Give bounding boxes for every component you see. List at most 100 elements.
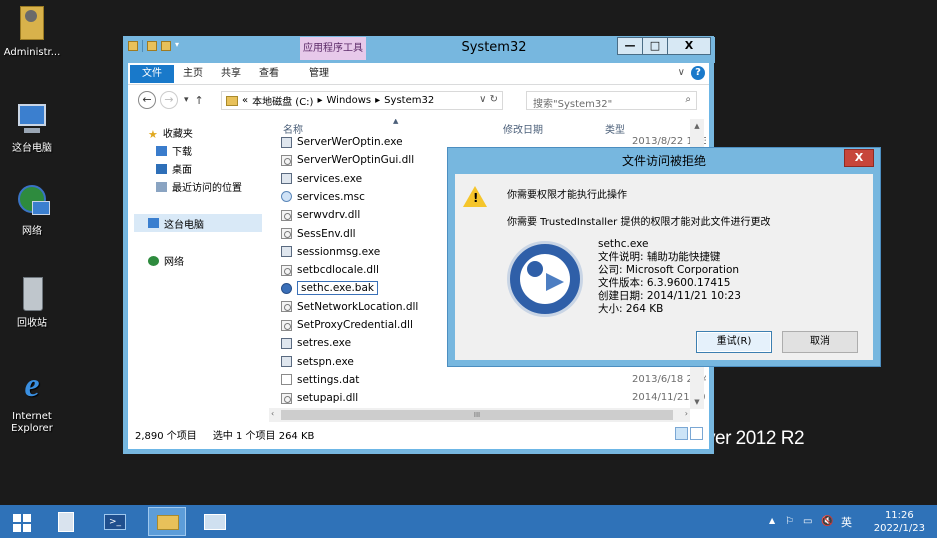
tab-file[interactable]: 文件	[130, 64, 174, 83]
desktop-icon-network[interactable]: 网络	[2, 183, 62, 238]
address-dropdown-refresh-icon[interactable]: ∨ ↻	[479, 94, 498, 105]
chevron-right-icon[interactable]: ▸	[375, 95, 380, 106]
sidebar-item-favorites[interactable]: ★ 收藏夹	[148, 125, 193, 141]
file-row[interactable]: setbcdlocale.dll	[281, 261, 379, 279]
dll-file-icon	[281, 392, 292, 404]
sidebar-item-recent[interactable]: 最近访问的位置	[156, 179, 242, 194]
sidebar-item-downloads[interactable]: 下载	[156, 143, 192, 158]
minimize-button[interactable]: —	[617, 37, 643, 55]
up-button[interactable]: ↑	[195, 94, 204, 107]
column-type[interactable]: 类型	[605, 121, 625, 136]
breadcrumb-overflow[interactable]: «	[242, 95, 248, 106]
dialog-detail-message: 你需要 TrustedInstaller 提供的权限才能对此文件进行更改	[507, 217, 771, 228]
input-language-indicator[interactable]: 英	[841, 514, 852, 530]
file-row[interactable]: SetProxyCredential.dll	[281, 316, 413, 334]
exe-file-icon	[281, 173, 292, 185]
column-date[interactable]: 修改日期	[503, 121, 543, 136]
file-row[interactable]: setres.exe	[281, 334, 351, 352]
dialog-body: 你需要权限才能执行此操作 你需要 TrustedInstaller 提供的权限才…	[455, 174, 873, 360]
file-row[interactable]: sethc.exe.bak	[281, 279, 378, 297]
scroll-down-icon[interactable]: ▼	[690, 395, 704, 409]
desktop-icon-this-pc[interactable]: 这台电脑	[2, 100, 62, 155]
system-tray: ▲ ⚐ ▭ 🔇 英 11:26 2022/1/23	[757, 505, 937, 538]
retry-button[interactable]: 重试(R)	[696, 331, 772, 353]
forward-button[interactable]: →	[160, 91, 178, 109]
sidebar-item-label: 这台电脑	[164, 219, 204, 231]
new-folder-icon[interactable]	[161, 41, 171, 51]
recent-locations-icon[interactable]: ▾	[184, 95, 189, 105]
maximize-button[interactable]: □	[642, 37, 668, 55]
tab-view[interactable]: 查看	[250, 63, 288, 85]
desktop-icon-administrator[interactable]: Administr...	[2, 4, 62, 59]
volume-muted-icon[interactable]: 🔇	[821, 516, 833, 527]
sidebar-item-network[interactable]: 网络	[148, 253, 184, 268]
file-row[interactable]: services.exe	[281, 170, 362, 188]
file-explorer-taskbar-button[interactable]	[148, 507, 186, 536]
file-row[interactable]: services.msc	[281, 188, 365, 206]
file-name: ServerWerOptinGui.dll	[297, 154, 415, 167]
file-row[interactable]: SessEnv.dll	[281, 225, 356, 243]
horizontal-scrollbar[interactable]: ‹ III ›	[269, 408, 690, 422]
file-row[interactable]: ServerWerOptinGui.dll	[281, 151, 414, 169]
scroll-left-icon[interactable]: ‹	[271, 409, 274, 418]
remote-desktop-icon	[204, 514, 226, 530]
help-icon[interactable]: ?	[691, 66, 705, 80]
sidebar-item-label: 收藏夹	[162, 129, 193, 140]
breadcrumb-system32[interactable]: System32	[384, 95, 434, 106]
sidebar-item-this-pc[interactable]: 这台电脑	[134, 214, 262, 232]
dialog-message: 你需要权限才能执行此操作	[507, 190, 627, 201]
file-row[interactable]: SetNetworkLocation.dll	[281, 298, 418, 316]
navigation-pane: ★ 收藏夹 下载 桌面 最近访问的位置 这台电脑 网络	[128, 119, 268, 421]
flag-icon[interactable]: ⚐	[785, 516, 794, 527]
file-row[interactable]: setupapi.dll	[281, 389, 358, 407]
qat-dropdown-icon[interactable]: ▾	[175, 40, 183, 52]
details-view-icon[interactable]	[675, 427, 688, 440]
server-manager-taskbar-button[interactable]	[48, 507, 86, 536]
desktop-icon-recycle-bin[interactable]: 回收站	[2, 275, 62, 330]
scroll-right-icon[interactable]: ›	[685, 409, 688, 418]
tab-home[interactable]: 主页	[174, 63, 212, 85]
rename-input[interactable]: sethc.exe.bak	[297, 281, 378, 296]
file-row[interactable]: settings.dat	[281, 371, 359, 389]
file-name: ServerWerOptin.exe	[297, 136, 403, 148]
scroll-up-icon[interactable]: ▲	[690, 119, 704, 133]
powershell-taskbar-button[interactable]: >_	[96, 507, 134, 536]
address-bar[interactable]: « 本地磁盘 (C:) ▸ Windows ▸ System32 ∨ ↻	[221, 91, 503, 110]
title-bar[interactable]: ▾ 应用程序工具 System32 — □ X	[124, 37, 715, 63]
dialog-close-button[interactable]: X	[844, 149, 874, 167]
file-row[interactable]: serwvdrv.dll	[281, 206, 360, 224]
sidebar-item-desktop[interactable]: 桌面	[156, 161, 192, 176]
show-hidden-icons-icon[interactable]: ▲	[769, 516, 775, 525]
file-row[interactable]: ServerWerOptin.exe	[281, 133, 403, 151]
breadcrumb-drive[interactable]: 本地磁盘 (C:)	[252, 93, 313, 108]
start-button[interactable]	[2, 507, 40, 536]
tab-share[interactable]: 共享	[212, 63, 250, 85]
back-button[interactable]: ←	[138, 91, 156, 109]
ribbon-expand-chevron-icon[interactable]: ∨	[678, 67, 685, 78]
search-icon[interactable]: ⌕	[685, 94, 691, 105]
file-name: setspn.exe	[297, 355, 354, 368]
file-description: 文件说明: 辅助功能快捷键	[598, 251, 721, 263]
desktop-icon-internet-explorer[interactable]: e Internet Explorer	[2, 368, 62, 435]
file-row[interactable]: sessionmsg.exe	[281, 243, 380, 261]
search-placeholder: 搜索"System32"	[533, 99, 613, 110]
file-row[interactable]: setspn.exe	[281, 353, 354, 371]
large-icons-view-icon[interactable]	[690, 427, 703, 440]
tab-manage[interactable]: 管理	[300, 63, 338, 85]
clock[interactable]: 11:26 2022/1/23	[874, 509, 925, 535]
search-input[interactable]: 搜索"System32" ⌕	[526, 91, 697, 110]
network-globe-icon	[12, 183, 52, 223]
folder-icon[interactable]	[128, 41, 138, 51]
quick-access-toolbar: ▾	[128, 40, 183, 52]
chevron-right-icon[interactable]: ▸	[317, 95, 322, 106]
scroll-thumb[interactable]: III	[281, 410, 673, 420]
network-tray-icon[interactable]: ▭	[803, 516, 812, 527]
exe-file-icon	[281, 356, 292, 368]
dll-file-icon	[281, 301, 292, 313]
cancel-button[interactable]: 取消	[782, 331, 858, 353]
close-button[interactable]: X	[667, 37, 711, 55]
remote-desktop-taskbar-button[interactable]	[196, 507, 234, 536]
breadcrumb-windows[interactable]: Windows	[327, 95, 372, 106]
view-switcher	[675, 427, 703, 440]
properties-icon[interactable]	[147, 41, 157, 51]
